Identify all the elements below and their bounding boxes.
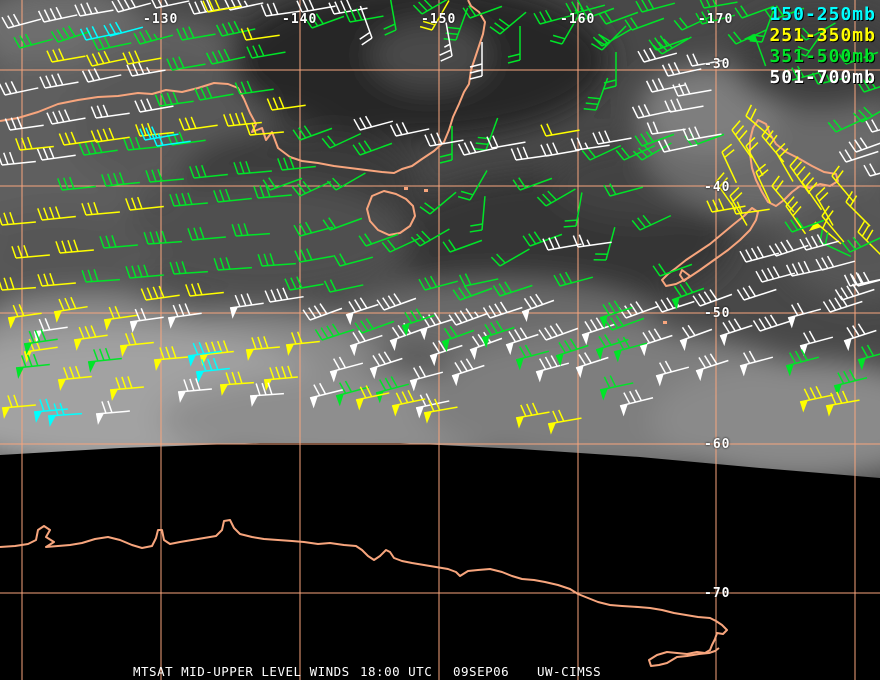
caption-bar: MTSAT MID-UPPER LEVEL WINDS 18:00 UTC 09… bbox=[0, 664, 880, 680]
legend-item-251-350mb: 251-350mb bbox=[769, 25, 876, 46]
caption-date: 09SEP06 bbox=[453, 664, 510, 679]
satellite-wind-map: -130 -140 -150 -160 -170 -30 -40 -50 -60 -70 150-… bbox=[0, 0, 880, 680]
caption-time: 18:00 UTC bbox=[360, 664, 433, 679]
legend-item-351-500mb: 351-500mb bbox=[769, 46, 876, 67]
legend-item-501-700mb: 501-700mb bbox=[769, 67, 876, 88]
scan-edge-black-region bbox=[0, 443, 880, 680]
map-svg bbox=[0, 0, 880, 680]
pressure-level-legend: 150-250mb 251-350mb 351-500mb 501-700mb bbox=[769, 4, 876, 88]
caption-source: UW-CIMSS bbox=[537, 664, 602, 679]
caption-title: MTSAT MID-UPPER LEVEL WINDS bbox=[133, 664, 350, 679]
legend-item-150-250mb: 150-250mb bbox=[769, 4, 876, 25]
